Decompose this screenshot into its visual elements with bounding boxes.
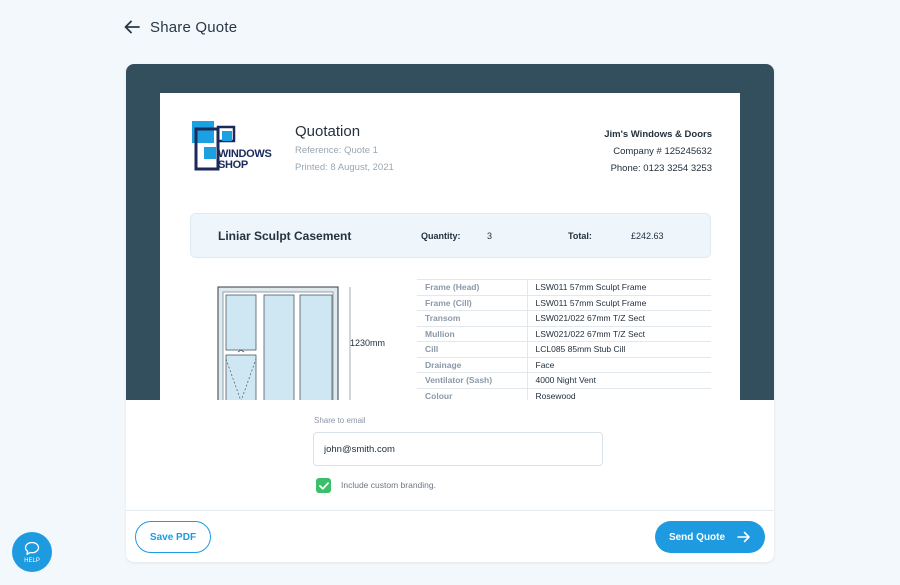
spec-value: LSW011 57mm Sculpt Frame bbox=[527, 279, 711, 296]
branding-checkbox-label: Include custom branding. bbox=[341, 480, 436, 490]
spec-value: LSW021/022 67mm T/Z Sect bbox=[527, 326, 711, 342]
email-field[interactable] bbox=[313, 432, 603, 466]
company-name: Jim's Windows & Doors bbox=[604, 129, 712, 140]
height-dimension-label: 1230mm bbox=[350, 338, 386, 348]
company-phone: Phone: 0123 3254 3253 bbox=[610, 163, 712, 174]
spec-key: Ventilator (Sash) bbox=[417, 372, 528, 389]
page-header: Share Quote bbox=[124, 16, 237, 38]
spec-key: Mullion bbox=[417, 326, 528, 342]
share-email-label: Share to email bbox=[314, 416, 366, 425]
table-row: Drainage Face bbox=[417, 357, 711, 373]
quote-title: Quotation bbox=[295, 123, 361, 140]
company-logo: WINDOWS SHOP bbox=[192, 121, 272, 173]
total-label: Total: bbox=[568, 231, 592, 241]
table-row: Frame (Head) LSW011 57mm Sculpt Frame bbox=[417, 279, 711, 296]
page-title: Share Quote bbox=[150, 18, 238, 36]
spec-value: Face bbox=[527, 357, 711, 373]
spec-key: Colour bbox=[417, 388, 528, 400]
table-row: Cill LCL085 85mm Stub Cill bbox=[417, 341, 711, 358]
table-row: Ventilator (Sash) 4000 Night Vent bbox=[417, 372, 711, 389]
company-number: Company # 125245632 bbox=[613, 146, 712, 157]
spec-value: Rosewood bbox=[527, 388, 711, 400]
spec-key: Frame (Cill) bbox=[417, 295, 528, 311]
quantity-value: 3 bbox=[487, 231, 493, 241]
total-value: £242.63 bbox=[631, 231, 664, 241]
product-summary: Liniar Sculpt Casement Quantity: 3 Total… bbox=[190, 213, 711, 258]
spec-key: Cill bbox=[417, 341, 528, 358]
specification-table: Frame (Head) LSW011 57mm Sculpt Frame Fra… bbox=[417, 279, 711, 400]
share-form: Share to email Include custom branding. bbox=[126, 400, 774, 510]
send-quote-label: Send Quote bbox=[668, 531, 726, 543]
table-row: Frame (Cill) LSW011 57mm Sculpt Frame bbox=[417, 295, 711, 311]
logo-text: WINDOWS SHOP bbox=[218, 148, 272, 171]
quantity-label: Quantity: bbox=[421, 231, 461, 241]
quote-preview[interactable]: WINDOWS SHOP Quotation Reference: Quote … bbox=[126, 64, 774, 400]
spec-value: LSW011 57mm Sculpt Frame bbox=[527, 295, 711, 311]
checkmark-icon bbox=[318, 481, 329, 490]
divider bbox=[126, 510, 774, 511]
help-label: HELP bbox=[24, 557, 40, 564]
spec-key: Transom bbox=[417, 310, 528, 327]
company-details: Jim's Windows & Doors Company # 12524563… bbox=[604, 126, 712, 177]
table-row: Transom LSW021/022 67mm T/Z Sect bbox=[417, 310, 711, 327]
spec-value: LSW021/022 67mm T/Z Sect bbox=[527, 310, 711, 327]
spec-key: Frame (Head) bbox=[417, 279, 528, 296]
save-pdf-button[interactable]: Save PDF bbox=[135, 521, 211, 553]
chat-bubble-icon bbox=[24, 541, 40, 555]
quote-printed-date: Printed: 8 August, 2021 bbox=[295, 162, 394, 173]
spec-value: 4000 Night Vent bbox=[527, 372, 711, 389]
quote-reference: Reference: Quote 1 bbox=[295, 145, 378, 156]
help-button[interactable]: HELP bbox=[12, 532, 52, 572]
quote-document: WINDOWS SHOP Quotation Reference: Quote … bbox=[160, 93, 740, 400]
arrow-right-icon bbox=[737, 531, 750, 543]
table-row: Mullion LSW021/022 67mm T/Z Sect bbox=[417, 326, 711, 342]
back-arrow-icon[interactable] bbox=[124, 19, 140, 35]
share-quote-card: WINDOWS SHOP Quotation Reference: Quote … bbox=[126, 64, 774, 562]
send-quote-button[interactable]: Send Quote bbox=[655, 521, 765, 553]
product-name: Liniar Sculpt Casement bbox=[218, 229, 352, 243]
spec-key: Drainage bbox=[417, 357, 528, 373]
branding-checkbox[interactable] bbox=[316, 478, 331, 493]
spec-value: LCL085 85mm Stub Cill bbox=[527, 341, 711, 358]
table-row: Colour Rosewood bbox=[417, 388, 711, 400]
